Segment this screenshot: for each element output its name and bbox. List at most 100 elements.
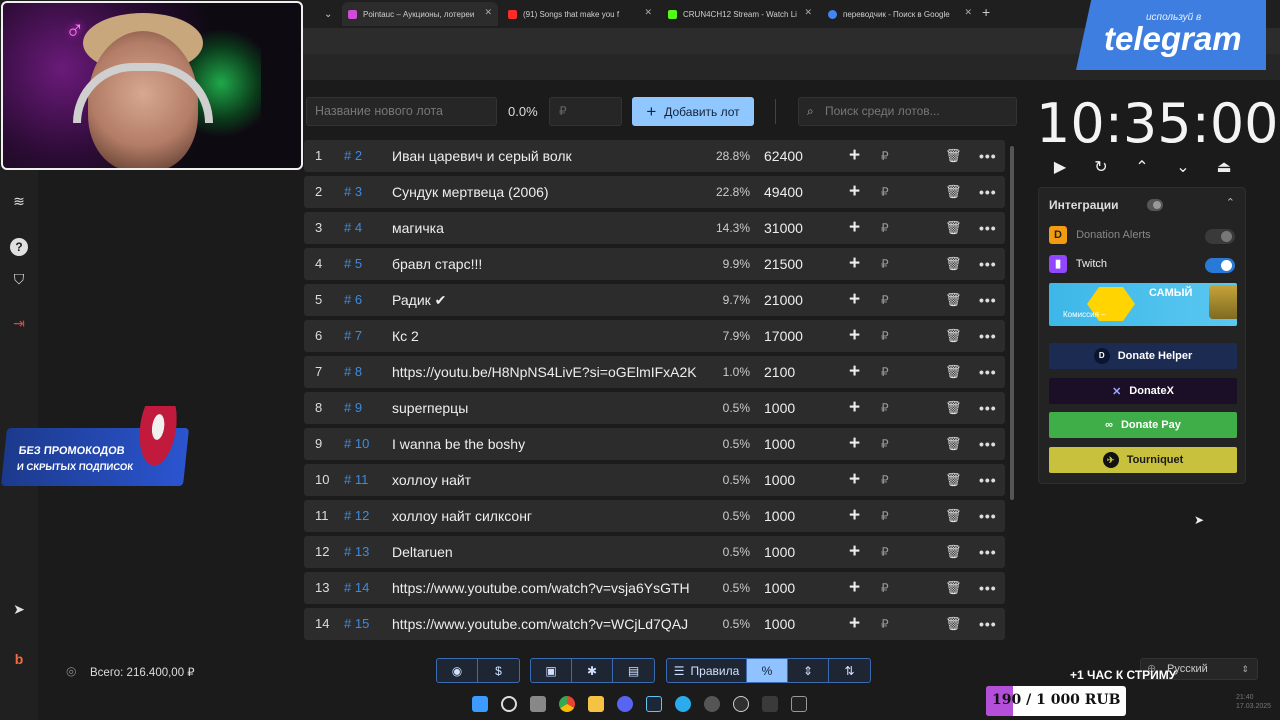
delete-icon[interactable]: 🗑 — [945, 248, 962, 280]
donate-helper-button[interactable]: D Donate Helper — [1049, 343, 1237, 369]
tab-kick[interactable]: CRUN4CH12 Stream - Watch Li ✕ — [662, 2, 818, 26]
lot-amount[interactable]: 1000 — [764, 608, 795, 640]
lot-amount[interactable]: 21000 — [764, 284, 803, 316]
explorer-icon[interactable] — [588, 696, 604, 712]
new-lot-input[interactable]: Название нового лота — [306, 97, 497, 126]
lot-id[interactable]: # 14 — [344, 572, 369, 604]
lot-id[interactable]: # 5 — [344, 248, 362, 280]
delete-icon[interactable]: 🗑 — [945, 356, 962, 388]
ruble-input-icon[interactable]: ₽ — [881, 140, 889, 172]
more-icon[interactable]: ••• — [979, 248, 997, 280]
delete-icon[interactable]: 🗑 — [945, 392, 962, 424]
add-amount-icon[interactable]: + — [849, 212, 860, 244]
more-icon[interactable]: ••• — [979, 212, 997, 244]
lot-row[interactable]: 7 # 8 https://youtu.be/H8NpNS4LivE?si=oGEl… — [304, 356, 1005, 388]
lot-name[interactable]: superперцы — [392, 392, 704, 424]
telegram-app-icon[interactable] — [675, 696, 691, 712]
lot-row[interactable]: 1 # 2 Иван царевич и серый волк 28.8% 62400 +… — [304, 140, 1005, 172]
boosty-icon[interactable]: b — [10, 650, 28, 668]
lot-row[interactable]: 2 # 3 Сундук мертвеца (2006) 22.8% 49400 + ₽ 🗑 •… — [304, 176, 1005, 208]
lot-id[interactable]: # 2 — [344, 140, 362, 172]
lot-name[interactable]: https://youtu.be/H8NpNS4LivE?si=oGElmIFx… — [392, 356, 704, 388]
layers-icon[interactable]: ≋ — [10, 192, 28, 210]
lot-row[interactable]: 9 # 10 I wanna be the boshy 0.5% 1000 + ₽ 🗑 ••• — [304, 428, 1005, 460]
add-amount-icon[interactable]: + — [849, 176, 860, 208]
delete-icon[interactable]: 🗑 — [945, 464, 962, 496]
lot-name[interactable]: бравл старс!!! — [392, 248, 704, 280]
time-down-icon[interactable]: ⌄ — [1171, 156, 1195, 180]
rules-button[interactable]: ☰ Правила — [667, 659, 747, 682]
add-amount-icon[interactable]: + — [849, 320, 860, 352]
lot-search-input[interactable]: ⌕ Поиск среди лотов... — [798, 97, 1017, 126]
clear-list-icon[interactable]: ▤ — [613, 659, 654, 682]
donation-alerts-switch[interactable] — [1205, 229, 1235, 244]
delete-icon[interactable]: 🗑 — [945, 500, 962, 532]
ruble-input-icon[interactable]: ₽ — [881, 608, 889, 640]
delete-icon[interactable]: 🗑 — [945, 140, 962, 172]
more-icon[interactable]: ••• — [979, 608, 997, 640]
lot-row[interactable]: 6 # 7 Кс 2 7.9% 17000 + ₽ 🗑 ••• — [304, 320, 1005, 352]
add-amount-icon[interactable]: + — [849, 428, 860, 460]
close-tab-icon[interactable]: ✕ — [804, 7, 812, 18]
integrations-toggle[interactable] — [1147, 199, 1163, 211]
delete-icon[interactable]: 🗑 — [945, 536, 962, 568]
close-tab-icon[interactable]: ✕ — [964, 7, 972, 18]
delete-icon[interactable]: 🗑 — [945, 176, 962, 208]
lot-id[interactable]: # 11 — [344, 464, 368, 496]
delete-icon[interactable]: 🗑 — [945, 608, 962, 640]
delete-icon[interactable]: 🗑 — [945, 212, 962, 244]
percent-toggle-button[interactable]: % — [747, 659, 788, 682]
add-amount-icon[interactable]: + — [849, 608, 860, 640]
lot-amount[interactable]: 1000 — [764, 500, 795, 532]
help-icon[interactable]: ? — [10, 238, 28, 256]
lot-id[interactable]: # 15 — [344, 608, 369, 640]
play-icon[interactable]: ▶ — [1048, 156, 1072, 180]
sponsor-banner[interactable]: САМЫЙ Комиссия – — [1049, 283, 1237, 326]
lot-amount[interactable]: 2100 — [764, 356, 795, 388]
more-icon[interactable]: ••• — [979, 500, 997, 532]
lot-amount[interactable]: 1000 — [764, 536, 795, 568]
more-icon[interactable]: ••• — [979, 464, 997, 496]
compress-icon[interactable]: ⇕ — [788, 659, 829, 682]
add-lot-button[interactable]: + Добавить лот — [632, 97, 754, 126]
lot-amount[interactable]: 1000 — [764, 392, 795, 424]
lot-name[interactable]: Сундук мертвеца (2006) — [392, 176, 704, 208]
ruble-input-icon[interactable]: ₽ — [881, 536, 889, 568]
ruble-input-icon[interactable]: ₽ — [881, 500, 889, 532]
lot-id[interactable]: # 6 — [344, 284, 362, 316]
lot-name[interactable]: холлоу найт — [392, 464, 704, 496]
delete-icon[interactable]: 🗑 — [945, 572, 962, 604]
add-amount-icon[interactable]: + — [849, 536, 860, 568]
lot-row[interactable]: 8 # 9 superперцы 0.5% 1000 + ₽ 🗑 ••• — [304, 392, 1005, 424]
lot-name[interactable]: холлоу найт силксонг — [392, 500, 704, 532]
shield-icon[interactable]: ⛉ — [10, 270, 28, 288]
sort-icon[interactable]: ⇅ — [829, 659, 870, 682]
lot-amount[interactable]: 21500 — [764, 248, 803, 280]
app-icon[interactable] — [762, 696, 778, 712]
hide-total-icon[interactable]: ◎ — [66, 664, 76, 678]
ruble-input-icon[interactable]: ₽ — [881, 320, 889, 352]
ruble-input-icon[interactable]: ₽ — [881, 212, 889, 244]
lot-id[interactable]: # 13 — [344, 536, 369, 568]
delete-icon[interactable]: 🗑 — [945, 320, 962, 352]
lot-row[interactable]: 13 # 14 https://www.youtube.com/watch?v=vs… — [304, 572, 1005, 604]
chrome-icon[interactable] — [559, 696, 575, 712]
lot-row[interactable]: 4 # 5 бравл старс!!! 9.9% 21500 + ₽ 🗑 ••• — [304, 248, 1005, 280]
lot-id[interactable]: # 10 — [344, 428, 369, 460]
lot-name[interactable]: Deltaruen — [392, 536, 704, 568]
terminal-icon[interactable] — [791, 696, 807, 712]
tab-pointauc[interactable]: Pointauc – Аукционы, лотереи ✕ — [342, 2, 498, 26]
ruble-input-icon[interactable]: ₽ — [881, 176, 889, 208]
lot-id[interactable]: # 12 — [344, 500, 369, 532]
lot-id[interactable]: # 9 — [344, 392, 362, 424]
lot-amount[interactable]: 49400 — [764, 176, 803, 208]
lot-id[interactable]: # 8 — [344, 356, 362, 388]
collapse-icon[interactable]: ⌃ — [1226, 196, 1235, 209]
more-icon[interactable]: ••• — [979, 284, 997, 316]
lot-id[interactable]: # 7 — [344, 320, 362, 352]
lot-id[interactable]: # 3 — [344, 176, 362, 208]
twitch-switch[interactable] — [1205, 258, 1235, 273]
add-amount-icon[interactable]: + — [849, 464, 860, 496]
add-amount-icon[interactable]: + — [849, 248, 860, 280]
search-icon[interactable] — [501, 696, 517, 712]
